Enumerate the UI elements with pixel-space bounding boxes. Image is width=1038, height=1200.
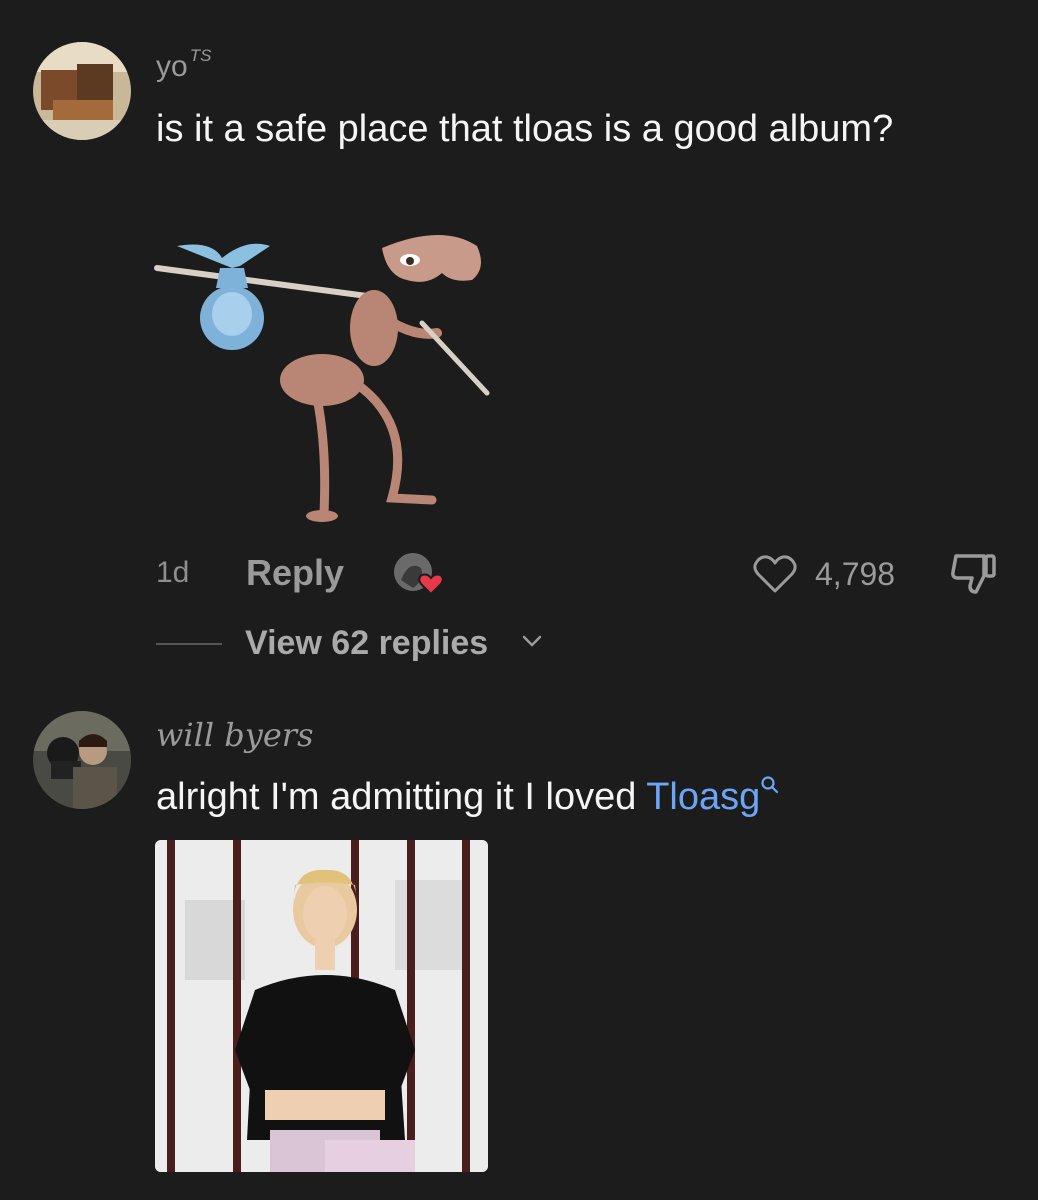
divider xyxy=(156,643,222,645)
search-keyword-text: Tloasg xyxy=(646,776,761,818)
search-keyword-link[interactable]: Tloasg xyxy=(646,776,780,818)
avatar[interactable] xyxy=(33,711,131,809)
avatar[interactable] xyxy=(33,42,131,140)
comment-item: yo TS is it a safe place that tloas is a … xyxy=(0,0,1038,680)
chevron-down-icon xyxy=(522,635,542,647)
username[interactable]: yo TS xyxy=(156,46,211,84)
username[interactable]: will byers xyxy=(156,716,313,754)
comment-text-plain: alright I'm admitting it I loved xyxy=(156,776,647,818)
comment-actions: 1d Reply 4,798 xyxy=(0,550,1038,598)
reply-button[interactable]: Reply xyxy=(246,552,344,594)
username-suffix: TS xyxy=(189,46,212,65)
username-text: yo xyxy=(156,50,188,83)
comment-item: will byers alright I'm admitting it I lo… xyxy=(0,690,1038,1200)
thumbs-down-icon xyxy=(951,554,996,594)
view-replies-button[interactable]: View 62 replies xyxy=(156,620,576,666)
view-replies-label: View 62 replies xyxy=(245,624,489,662)
timestamp: 1d xyxy=(156,556,190,589)
search-icon xyxy=(761,776,779,794)
ant-sticker-image xyxy=(152,228,492,528)
comment-text: alright I'm admitting it I loved Tloasg xyxy=(156,774,976,820)
dislike-button[interactable] xyxy=(948,550,1002,596)
attached-image[interactable] xyxy=(155,840,488,1172)
creator-liked-badge xyxy=(391,550,445,598)
comment-text: is it a safe place that tloas is a good … xyxy=(156,108,894,150)
like-count: 4,798 xyxy=(815,556,896,592)
heart-icon xyxy=(753,555,797,593)
